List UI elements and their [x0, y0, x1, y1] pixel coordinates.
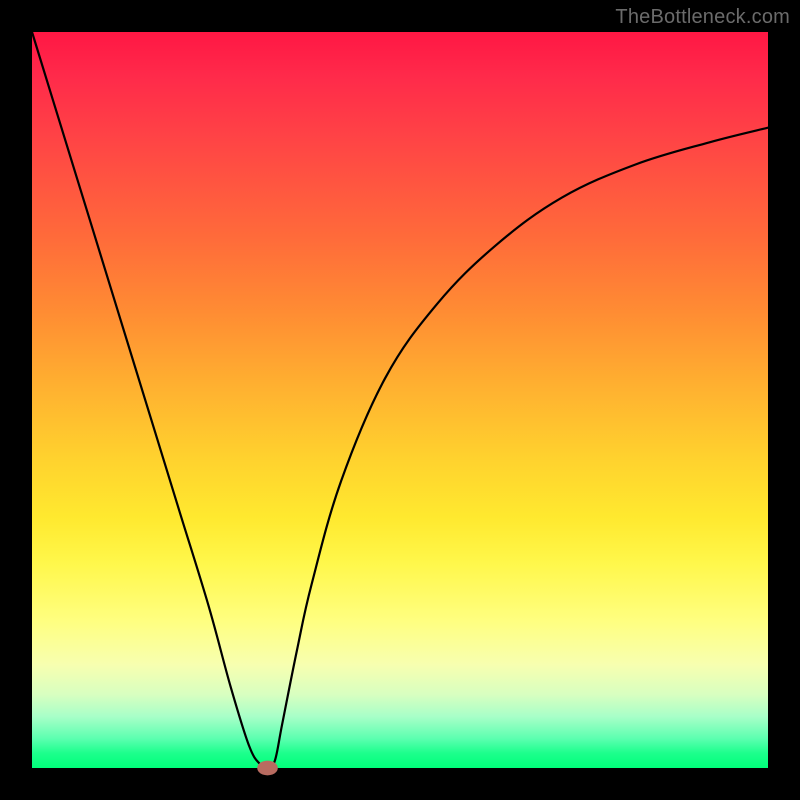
chart-frame: TheBottleneck.com — [0, 0, 800, 800]
curve-layer — [32, 32, 768, 768]
plot-area — [32, 32, 768, 768]
watermark-text: TheBottleneck.com — [615, 6, 790, 29]
bottleneck-curve — [32, 32, 768, 768]
minimum-marker — [257, 761, 278, 776]
